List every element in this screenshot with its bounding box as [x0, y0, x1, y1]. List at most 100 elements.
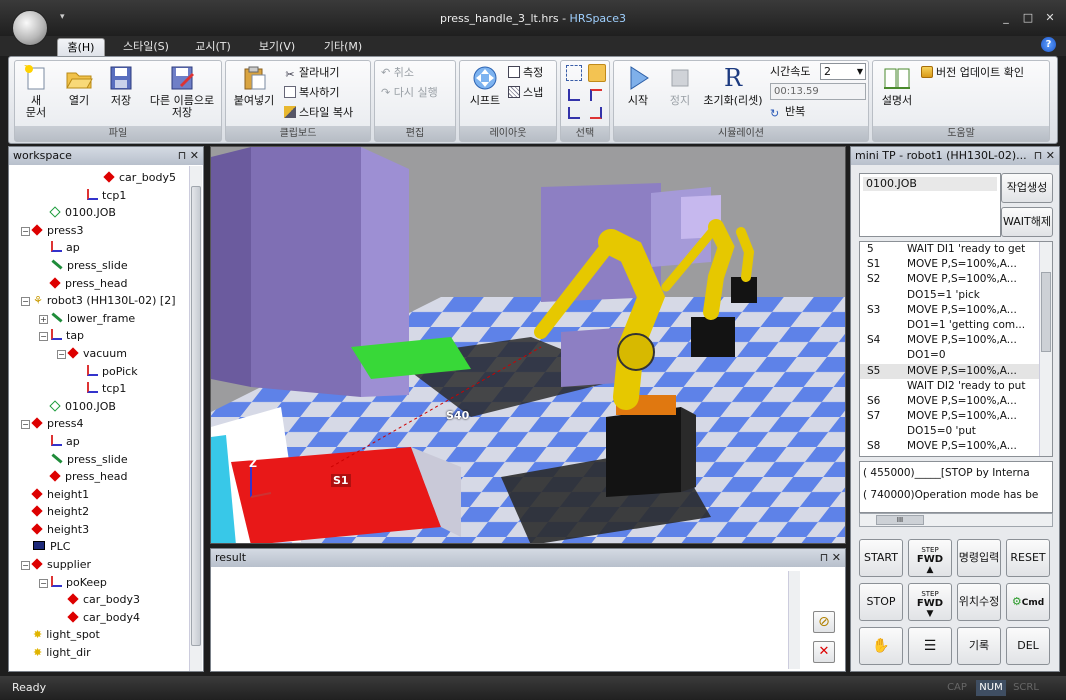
result-output[interactable] [211, 568, 801, 671]
tree-item[interactable]: 0100.JOB [11, 204, 191, 222]
tree-item[interactable]: − tap [11, 327, 191, 345]
tab-style[interactable]: 스타일(S) [115, 38, 177, 56]
tree-item[interactable]: press_slide [11, 257, 191, 275]
program-line[interactable]: WAIT DI2 'ready to put [860, 379, 1052, 394]
tree-scroll-thumb[interactable] [191, 186, 201, 646]
style-copy-button[interactable]: 스타일 복사 [284, 105, 353, 121]
collapse-icon[interactable]: − [57, 349, 66, 359]
tree-item[interactable]: ap [11, 239, 191, 257]
tree-item[interactable]: press_head [11, 275, 191, 293]
log-line[interactable]: ( 455000)_____[STOP by Interna [860, 462, 1052, 484]
tree-item[interactable]: ✸ light_spot [11, 626, 191, 644]
save-as-button[interactable]: 다른 이름으로 저장 [143, 65, 221, 119]
tab-teach[interactable]: 교시(T) [188, 38, 238, 56]
tree-item[interactable]: height3 [11, 521, 191, 539]
tree-item[interactable]: press_head [11, 468, 191, 486]
tab-misc[interactable]: 기타(M) [316, 38, 370, 56]
collapse-icon[interactable]: − [39, 578, 48, 588]
undo-button[interactable]: ↶ 취소 [381, 65, 414, 81]
close-icon[interactable]: ✕ [1046, 149, 1055, 162]
tree-item[interactable]: poPick [11, 363, 191, 381]
tab-home[interactable]: 홈(H) [57, 38, 105, 56]
tp-reset-button[interactable]: RESET [1006, 539, 1050, 577]
program-line[interactable]: S3 MOVE P,S=100%,A... [860, 303, 1052, 318]
tree-item[interactable]: PLC [11, 538, 191, 556]
tree-item[interactable]: press_slide [11, 451, 191, 469]
select-axis-icon[interactable] [568, 89, 580, 101]
program-scrollbar[interactable] [1039, 242, 1052, 456]
select-arrow-icon[interactable] [588, 64, 606, 82]
tree-item[interactable]: height1 [11, 486, 191, 504]
tree-item[interactable]: − supplier [11, 556, 191, 574]
tab-view[interactable]: 보기(V) [250, 38, 304, 56]
program-line[interactable]: 5 WAIT DI1 'ready to get [860, 242, 1052, 257]
tp-stop-button[interactable]: STOP [859, 583, 903, 621]
tree-item[interactable]: 0100.JOB [11, 398, 191, 416]
log-scroll-thumb[interactable]: III [876, 515, 924, 525]
collapse-icon[interactable]: − [21, 420, 30, 430]
close-icon[interactable]: ✕ [832, 551, 841, 564]
maximize-button[interactable]: □ [1020, 11, 1036, 25]
tp-start-button[interactable]: START [859, 539, 903, 577]
tp-cmd-button[interactable]: ⚙Cmd [1006, 583, 1050, 621]
tree-item[interactable]: ap [11, 433, 191, 451]
pin-icon[interactable]: ⊓ [1034, 149, 1043, 162]
expand-icon[interactable]: + [39, 314, 48, 324]
sim-start-button[interactable]: 시작 [618, 65, 658, 107]
program-line[interactable]: S2 MOVE P,S=100%,A... [860, 272, 1052, 287]
tp-position-edit-button[interactable]: 위치수정 [957, 583, 1001, 621]
speed-combo[interactable]: 2 ▼ [820, 63, 866, 80]
result-scrollbar[interactable] [788, 571, 800, 669]
program-line[interactable]: DO15=1 'pick [860, 288, 1052, 303]
program-line[interactable]: DO15=0 'put [860, 424, 1052, 439]
program-line[interactable]: S1 MOVE P,S=100%,A... [860, 257, 1052, 272]
program-scroll-thumb[interactable] [1041, 272, 1051, 352]
job-list[interactable]: 0100.JOB [859, 173, 1001, 237]
tp-command-input-button[interactable]: 명령입력 [957, 539, 1001, 577]
tree-item[interactable]: − poKeep [11, 574, 191, 592]
snap-button[interactable]: 스냅 [508, 85, 543, 101]
help-icon[interactable]: ? [1041, 37, 1056, 52]
tree-item[interactable]: height2 [11, 503, 191, 521]
select-point-icon[interactable] [568, 107, 580, 119]
collapse-icon[interactable]: − [21, 297, 30, 307]
minimize-button[interactable]: _ [998, 11, 1014, 25]
close-icon[interactable]: ✕ [190, 149, 199, 162]
program-line[interactable]: S7 MOVE P,S=100%,A... [860, 409, 1052, 424]
program-line[interactable]: S6 MOVE P,S=100%,A... [860, 394, 1052, 409]
tree-item[interactable]: − vacuum [11, 345, 191, 363]
tree-item[interactable]: − press3 [11, 222, 191, 240]
program-listing[interactable]: 5 WAIT DI1 'ready to get S1 MOVE P,S=100%,A… [859, 241, 1053, 457]
manual-button[interactable]: 설명서 [875, 65, 919, 107]
tree-item[interactable]: − press4 [11, 415, 191, 433]
tp-step-fwd-up-button[interactable]: STEP FWD ▲ [908, 539, 952, 577]
cut-button[interactable]: ✂ 잘라내기 [284, 65, 339, 81]
close-button[interactable]: ✕ [1042, 11, 1058, 25]
result-clear-icon[interactable]: ⊘ [813, 611, 835, 633]
tree-item[interactable]: − ⚘ robot3 (HH130L-02) [2] [11, 292, 191, 310]
tree-item[interactable]: car_body5 [11, 169, 191, 187]
pin-icon[interactable]: ⊓ [820, 551, 829, 564]
select-rect-icon[interactable] [566, 65, 582, 81]
new-document-button[interactable]: 새 문서 [19, 65, 53, 119]
log-list[interactable]: ( 455000)_____[STOP by Interna( 740000)O… [859, 461, 1053, 513]
tp-list-button[interactable]: ☰ [908, 627, 952, 665]
tp-record-button[interactable]: 기록 [957, 627, 1001, 665]
tp-step-fwd-down-button[interactable]: STEP FWD ▼ [908, 583, 952, 621]
tp-hand-button[interactable]: ✋ [859, 627, 903, 665]
job-item[interactable]: 0100.JOB [863, 177, 997, 191]
log-line[interactable]: ( 740000)Operation mode has be [860, 484, 1052, 506]
tree-item[interactable]: ✸ light_dir [11, 644, 191, 662]
program-line[interactable]: S5 MOVE P,S=100%,A... [860, 363, 1052, 379]
tree-item[interactable]: car_body3 [11, 591, 191, 609]
measure-button[interactable]: 측정 [508, 65, 543, 81]
tree-scrollbar[interactable] [189, 166, 202, 671]
3d-viewport[interactable]: S40 S1 Z [210, 146, 846, 544]
program-line[interactable]: S8 MOVE P,S=100%,A... [860, 439, 1052, 454]
collapse-icon[interactable]: − [21, 561, 30, 571]
collapse-icon[interactable]: − [21, 226, 30, 236]
update-check-button[interactable]: 버전 업데이트 확인 [921, 65, 1024, 81]
create-job-button[interactable]: 작업생성 [1001, 173, 1053, 203]
redo-button[interactable]: ↷ 다시 실행 [381, 85, 438, 101]
tree-item[interactable]: + lower_frame [11, 310, 191, 328]
